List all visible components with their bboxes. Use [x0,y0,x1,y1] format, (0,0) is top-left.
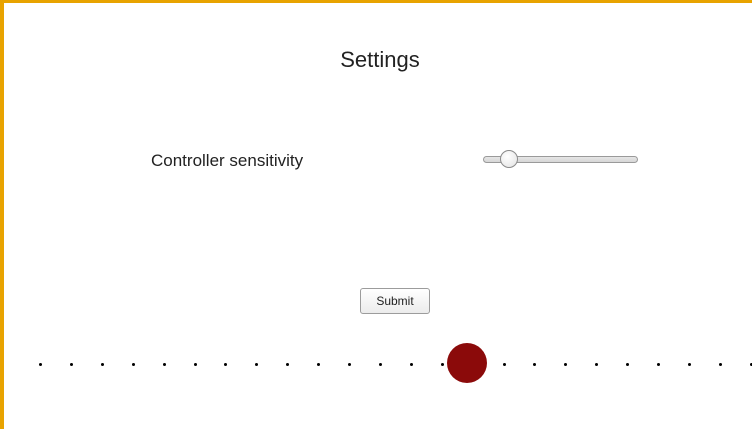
position-marker[interactable] [446,343,487,383]
track-dot [69,363,73,366]
track-dot [224,363,228,366]
track-dot [409,363,413,366]
settings-window: Settings Controller sensitivity Submit [0,0,752,429]
track-dot [687,363,691,366]
submit-button[interactable]: Submit [360,288,430,314]
track-dot [317,363,321,366]
track-dot [193,363,197,366]
track-dot [131,363,135,366]
slider-thumb[interactable] [499,150,518,168]
track-dot [440,363,444,366]
track-dot [595,363,599,366]
controller-sensitivity-slider[interactable] [482,149,640,171]
track-dot [162,363,166,366]
track-dot [502,363,506,366]
dot-track [4,343,752,383]
track-dot [39,363,42,366]
track-dot [286,363,290,366]
track-dot [626,363,630,366]
track-dot [100,363,104,366]
track-dot [564,363,568,366]
track-dot [718,363,722,366]
track-dot [255,363,259,366]
page-title: Settings [340,47,420,72]
track-dot [533,363,537,366]
track-dot [378,363,382,366]
track-dot [348,363,351,366]
track-dot [657,363,660,366]
controller-sensitivity-label: Controller sensitivity [151,151,304,170]
